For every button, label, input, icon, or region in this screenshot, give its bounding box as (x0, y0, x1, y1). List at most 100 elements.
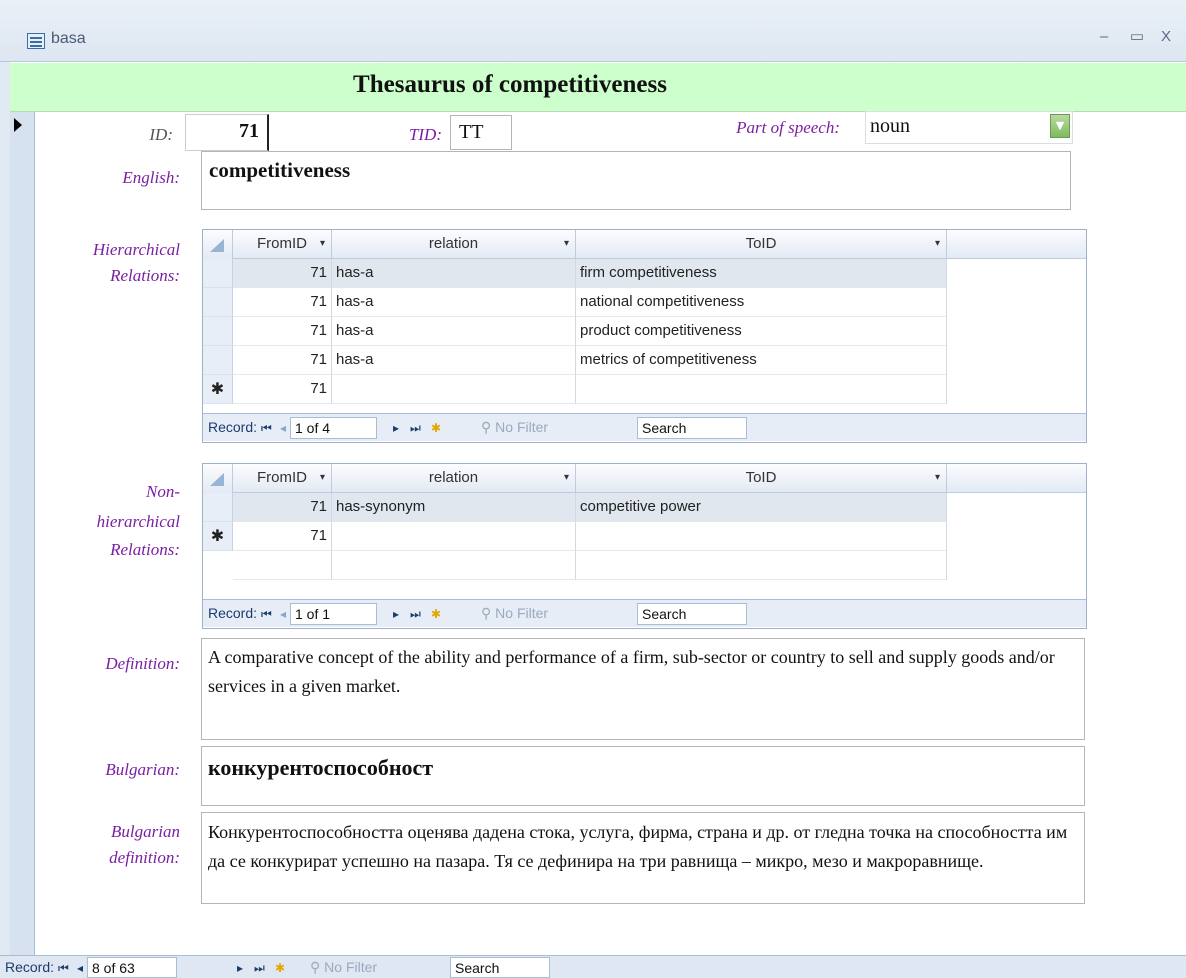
next-record-icon[interactable]: ▸ (393, 607, 399, 621)
record-label: Record: (208, 605, 258, 621)
hierarchical-label-line2: Relations: (110, 266, 180, 285)
relation-cell[interactable]: has-a (332, 259, 576, 288)
dropdown-arrow-icon[interactable]: ▼ (1050, 114, 1070, 138)
column-header-fromid[interactable]: FromID ▾ (233, 464, 332, 493)
new-record-icon[interactable]: ✱ (275, 961, 285, 975)
definition-field[interactable]: A comparative concept of the ability and… (201, 638, 1085, 740)
from-id-cell[interactable]: 71 (233, 259, 332, 288)
to-id-cell[interactable]: product competitiveness (576, 317, 947, 346)
window-title: basa (51, 30, 86, 47)
to-id-cell[interactable] (576, 522, 947, 551)
subform-record-navigation: Record: ⏮ ◂ 1 of 1 ▸ ⏭ ✱ ⚲ No Filter Sea… (203, 599, 1086, 627)
tid-value: TT (459, 121, 484, 143)
to-id-cell[interactable]: firm competitiveness (576, 259, 947, 288)
from-id-cell[interactable]: 71 (233, 317, 332, 346)
no-filter-button[interactable]: ⚲ No Filter (310, 959, 377, 976)
new-record-marker-icon: ✱ (203, 375, 233, 404)
record-position-input[interactable]: 1 of 4 (290, 417, 377, 439)
row-selector[interactable] (203, 288, 233, 317)
relation-cell[interactable] (332, 522, 576, 551)
column-header-toid[interactable]: ToID ▾ (576, 230, 947, 259)
window-left-border (0, 62, 10, 960)
current-record-arrow-icon (14, 118, 22, 132)
hierarchical-label-line1: Hierarchical (92, 240, 180, 259)
from-id-cell[interactable]: 71 (233, 375, 332, 404)
relation-cell[interactable]: has-a (332, 346, 576, 375)
bulgarian-field[interactable]: конкурентоспособност (201, 746, 1085, 806)
column-header-toid-text: ToID (745, 235, 777, 252)
from-id-cell[interactable]: 71 (233, 346, 332, 375)
next-record-icon[interactable]: ▸ (393, 421, 399, 435)
column-header-relation[interactable]: relation ▾ (332, 230, 576, 259)
empty-cell (576, 551, 947, 580)
column-header-toid[interactable]: ToID ▾ (576, 464, 947, 493)
bulgarian-value: конкурентоспособност (208, 755, 434, 780)
maximize-button[interactable]: ▭ (1125, 26, 1149, 48)
record-label: Record: (5, 959, 55, 975)
first-record-icon[interactable]: ⏮ (261, 421, 272, 436)
row-selector[interactable] (203, 259, 233, 288)
bulgarian-definition-label-line2: definition: (109, 848, 180, 867)
last-record-icon[interactable]: ⏭ (410, 607, 421, 622)
to-id-cell[interactable]: competitive power (576, 493, 947, 522)
no-filter-button[interactable]: ⚲ No Filter (481, 605, 548, 622)
tid-field[interactable]: TT (450, 115, 512, 150)
record-label: Record: (208, 419, 258, 435)
first-record-icon[interactable]: ⏮ (261, 607, 272, 622)
relation-cell[interactable]: has-a (332, 317, 576, 346)
previous-record-icon[interactable]: ◂ (280, 421, 286, 435)
bulgarian-label: Bulgarian: (105, 760, 180, 779)
relation-cell[interactable]: has-a (332, 288, 576, 317)
sort-dropdown-icon: ▾ (563, 238, 569, 249)
new-record-icon[interactable]: ✱ (431, 421, 441, 435)
from-id-cell[interactable]: 71 (233, 493, 332, 522)
search-input[interactable]: Search (637, 417, 747, 439)
relation-cell[interactable]: has-synonym (332, 493, 576, 522)
row-selector[interactable] (203, 317, 233, 346)
no-filter-text: No Filter (324, 959, 378, 975)
previous-record-icon[interactable]: ◂ (280, 607, 286, 621)
first-record-icon[interactable]: ⏮ (58, 961, 69, 976)
column-header-fromid[interactable]: FromID ▾ (233, 230, 332, 259)
part-of-speech-combo[interactable]: noun ▼ (865, 111, 1073, 144)
column-header-row: FromID ▾ relation ▾ ToID ▾ (203, 464, 1086, 493)
no-filter-button[interactable]: ⚲ No Filter (481, 419, 548, 436)
bulgarian-definition-field[interactable]: Конкурентоспособността оценява дадена ст… (201, 812, 1085, 904)
column-header-relation[interactable]: relation ▾ (332, 464, 576, 493)
empty-cell (233, 551, 332, 580)
previous-record-icon[interactable]: ◂ (77, 961, 83, 975)
record-selector[interactable] (10, 112, 35, 960)
form-title: Thesaurus of competitiveness (353, 71, 667, 98)
to-id-cell[interactable]: national competitiveness (576, 288, 947, 317)
to-id-cell[interactable] (576, 375, 947, 404)
search-input[interactable]: Search (637, 603, 747, 625)
from-id-cell[interactable]: 71 (233, 522, 332, 551)
form-icon (27, 33, 45, 49)
column-header-row: FromID ▾ relation ▾ ToID ▾ (203, 230, 1086, 259)
row-selector[interactable] (203, 493, 233, 522)
next-record-icon[interactable]: ▸ (237, 961, 243, 975)
main-record-navigation: Record: ⏮ ◂ 8 of 63 ▸ ⏭ ✱ ⚲ No Filter Se… (0, 955, 1186, 978)
id-value: 71 (239, 120, 259, 142)
close-button[interactable]: X (1154, 26, 1178, 48)
search-input[interactable]: Search (450, 957, 550, 978)
record-position-input[interactable]: 8 of 63 (87, 957, 177, 978)
to-id-cell[interactable]: metrics of competitiveness (576, 346, 947, 375)
english-field[interactable]: competitiveness (201, 151, 1071, 210)
last-record-icon[interactable]: ⏭ (254, 961, 265, 976)
english-value: competitiveness (209, 158, 351, 182)
id-field[interactable]: 71 (185, 114, 269, 151)
minimize-button[interactable]: – (1092, 26, 1116, 48)
no-filter-text: No Filter (495, 419, 549, 435)
from-id-cell[interactable]: 71 (233, 288, 332, 317)
bulgarian-definition-label-line1: Bulgarian (111, 822, 180, 841)
new-record-icon[interactable]: ✱ (431, 607, 441, 621)
nonhierarchical-label-line2: hierarchical (96, 512, 180, 531)
relation-cell[interactable] (332, 375, 576, 404)
select-all-corner[interactable] (203, 230, 233, 259)
record-position-input[interactable]: 1 of 1 (290, 603, 377, 625)
nonhierarchical-label-line1: Non- (146, 482, 180, 501)
row-selector[interactable] (203, 346, 233, 375)
select-all-corner[interactable] (203, 464, 233, 493)
last-record-icon[interactable]: ⏭ (410, 421, 421, 436)
